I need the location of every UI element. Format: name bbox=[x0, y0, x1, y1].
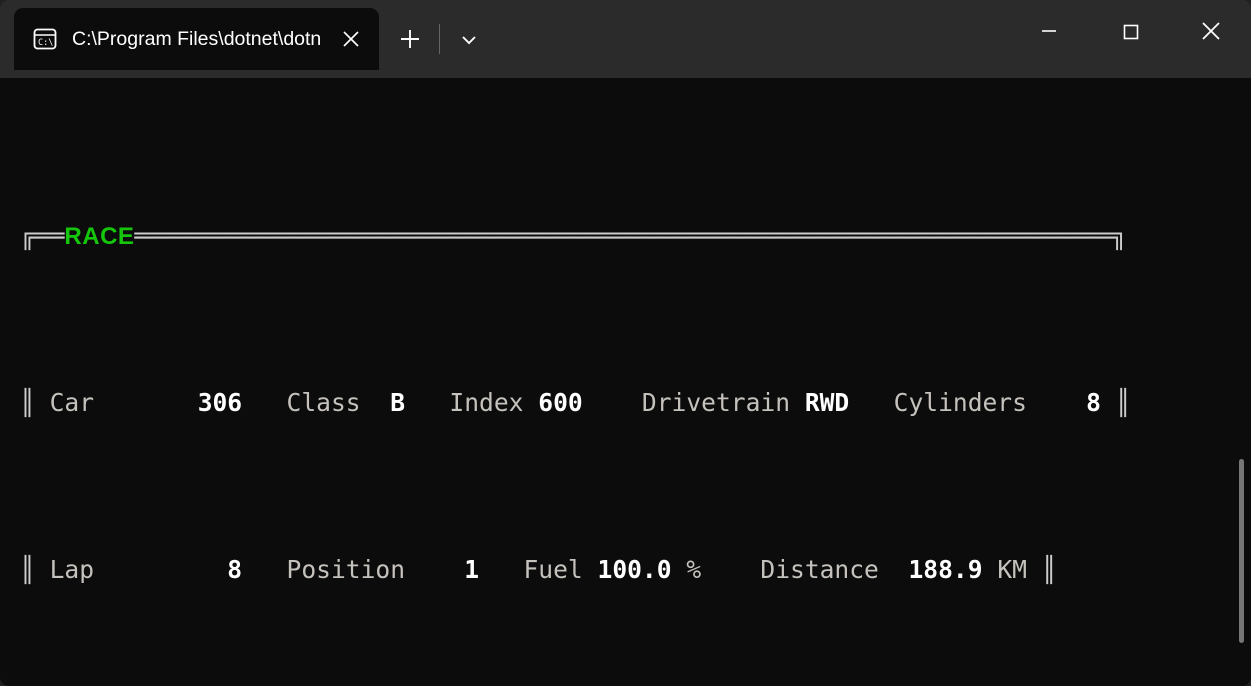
panel-top-border: ╔══RACE═════════════════════════════════… bbox=[20, 219, 1175, 252]
terminal-scrollbar[interactable] bbox=[1239, 459, 1244, 643]
tab-active[interactable]: C:\ C:\Program Files\dotnet\dotn bbox=[14, 8, 379, 70]
new-tab-area bbox=[379, 8, 492, 70]
header-row-1: ║ Car 306 Class B Index 600 Drivetrain R… bbox=[20, 386, 1175, 419]
header-row-2: ║ Lap 8 Position 1 Fuel 100.0 % Distance… bbox=[20, 553, 1175, 586]
panel-title: RACE bbox=[64, 223, 134, 250]
window-controls bbox=[1008, 0, 1251, 62]
tab-strip: C:\ C:\Program Files\dotnet\dotn bbox=[14, 8, 492, 78]
tab-separator bbox=[439, 24, 440, 54]
close-button[interactable] bbox=[1170, 0, 1251, 62]
new-tab-button[interactable] bbox=[387, 16, 433, 62]
telemetry-console: ╔══RACE═════════════════════════════════… bbox=[20, 85, 1175, 686]
terminal-window: C:\ C:\Program Files\dotnet\dotn bbox=[0, 0, 1251, 686]
tab-title: C:\Program Files\dotnet\dotn bbox=[72, 28, 321, 51]
console-app-icon: C:\ bbox=[32, 26, 58, 52]
maximize-button[interactable] bbox=[1089, 0, 1170, 62]
chevron-down-icon[interactable] bbox=[446, 16, 492, 62]
terminal-content: ╔══RACE═════════════════════════════════… bbox=[0, 78, 1251, 686]
title-bar: C:\ C:\Program Files\dotnet\dotn bbox=[0, 0, 1251, 78]
minimize-button[interactable] bbox=[1008, 0, 1089, 62]
tab-close-icon[interactable] bbox=[337, 25, 365, 53]
svg-text:C:\: C:\ bbox=[38, 38, 53, 48]
